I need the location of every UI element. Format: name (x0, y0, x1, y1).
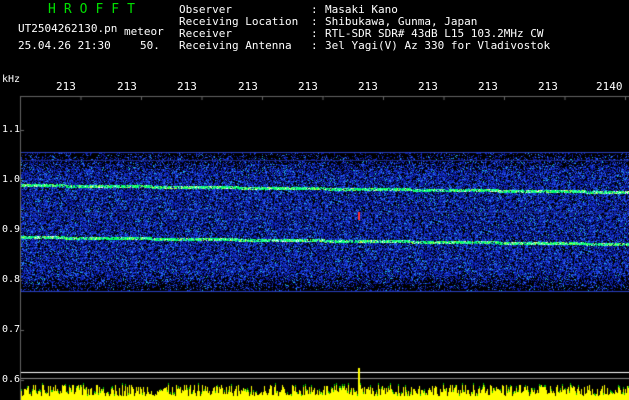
x-tick-label: 213 (117, 80, 137, 93)
y-tick-label: 0.7 (2, 324, 21, 335)
x-tick-label: 213 (177, 80, 197, 93)
x-tick-label: 213 (478, 80, 498, 93)
spectrogram-canvas (0, 0, 629, 400)
x-tick-label: 213 (298, 80, 318, 93)
y-axis-unit: kHz (2, 74, 21, 85)
x-tick-label: 213 (538, 80, 558, 93)
y-tick-label: 0.6 (2, 374, 21, 385)
brand-title: HROFFT (48, 2, 143, 17)
y-tick-label: 0.8 (2, 274, 21, 285)
x-tick-label: 213 (358, 80, 378, 93)
rate-value: 50. (140, 39, 160, 52)
y-tick-label: 0.9 (2, 224, 21, 235)
x-tick-label: 213 (56, 80, 76, 93)
x-tick-label: 213 (418, 80, 438, 93)
info-key: Receiving Antenna (179, 39, 292, 52)
file-name: UT2504262130.pn (18, 22, 118, 35)
y-tick-label: 1.0 (2, 174, 21, 185)
info-value: 3el Yagi(V) Az 330 for Vladivostok (325, 39, 551, 52)
timestamp: 25.04.26 21:30 (18, 39, 111, 52)
info-colon: : (311, 39, 318, 52)
header-left: HROFFT UT2504262130.pn meteor 25.04.26 2… (0, 0, 170, 60)
x-tick-label: 2140 (596, 80, 623, 93)
x-tick-label: 213 (238, 80, 258, 93)
mode-label: meteor (124, 25, 164, 38)
y-tick-label: 1.1 (2, 124, 21, 135)
